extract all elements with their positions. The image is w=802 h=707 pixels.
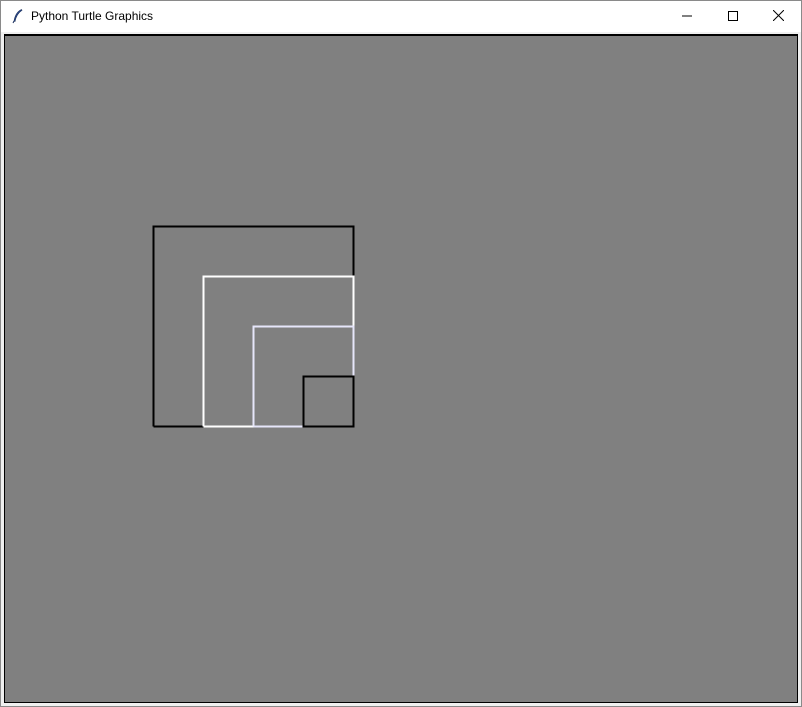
close-icon <box>772 8 784 26</box>
close-button[interactable] <box>755 1 801 32</box>
title-bar[interactable]: Python Turtle Graphics <box>1 1 801 32</box>
turtle-canvas[interactable] <box>7 38 795 700</box>
minimize-icon <box>682 8 692 26</box>
square-tiny-black <box>302 375 355 428</box>
maximize-icon <box>728 8 738 26</box>
minimize-button[interactable] <box>664 1 710 32</box>
maximize-button[interactable] <box>710 1 756 32</box>
window-title: Python Turtle Graphics <box>31 9 154 23</box>
turtle-window: Python Turtle Graphics <box>0 0 802 707</box>
feather-icon <box>10 8 26 24</box>
turtle-drawing <box>152 225 355 428</box>
square-medium-white <box>202 275 355 428</box>
turtle-canvas-frame <box>4 34 798 703</box>
